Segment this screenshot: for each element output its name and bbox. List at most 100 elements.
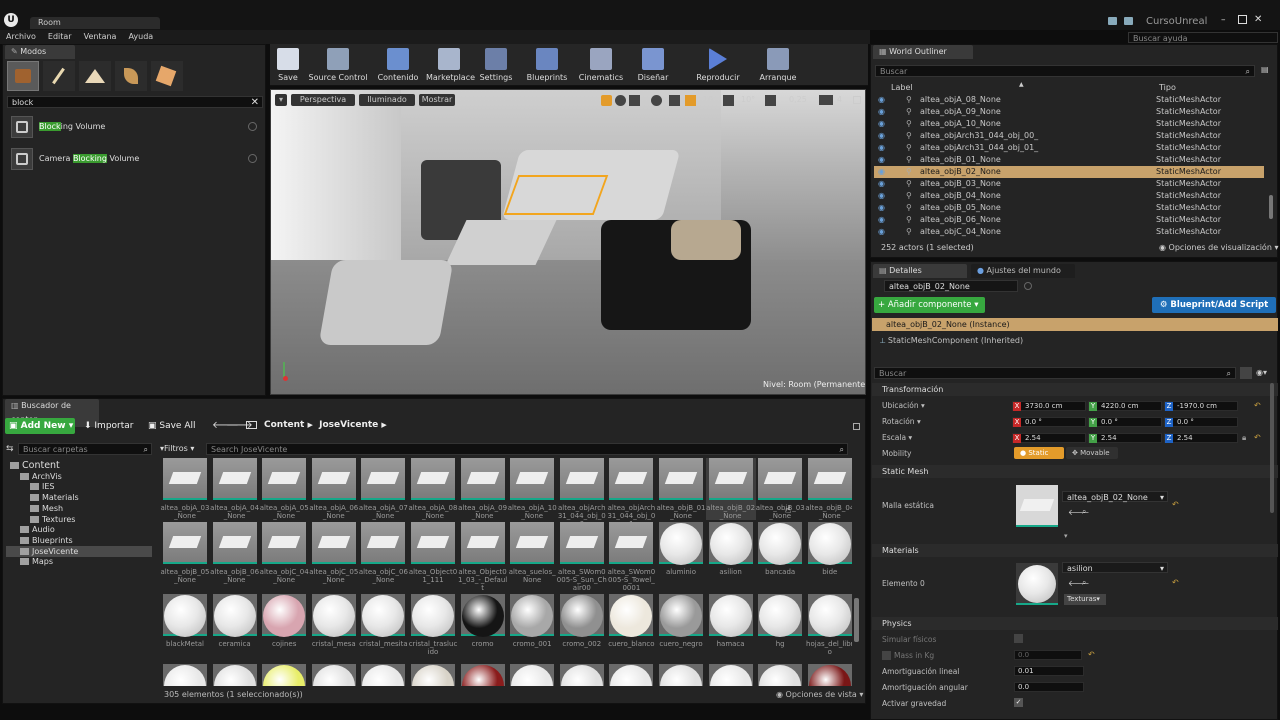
scale-snap-size[interactable]: 0,25 — [789, 95, 807, 104]
details-search-input[interactable]: Buscar ⌕ — [874, 367, 1236, 379]
asset-thumbnail[interactable] — [411, 664, 455, 686]
toolbar-button-contenido[interactable]: Contenido — [376, 46, 420, 84]
close-button[interactable]: ✕ — [1254, 14, 1266, 25]
table-row[interactable]: ◉ ⚲ altea_objB_04_None StaticMeshActor — [874, 190, 1264, 202]
asset-tile[interactable]: altea_objB_04_None — [805, 458, 852, 520]
table-row[interactable]: ◉ ⚲ altea_objC_04_None StaticMeshActor — [874, 226, 1264, 238]
asset-tile[interactable]: altea_objA_05_None — [259, 458, 309, 520]
menu-archivo[interactable]: Archivo — [0, 30, 42, 44]
angle-snap-icon[interactable] — [723, 95, 734, 106]
asset-tile[interactable]: hg — [755, 590, 805, 656]
asset-tile[interactable]: altea_objArch31_044_obj_00 — [557, 458, 607, 528]
asset-tile[interactable]: altea_objB_03_None — [755, 458, 805, 520]
toolbar-button-settings[interactable]: Settings — [476, 46, 516, 84]
eye-icon[interactable]: ◉ — [878, 166, 885, 178]
asset-tile[interactable]: altea_objA_03_None — [160, 458, 210, 520]
column-header-type[interactable]: Tipo — [1159, 83, 1176, 92]
asset-tile[interactable]: altea_SWom0005-S_Towel_0001 — [606, 518, 656, 592]
asset-thumbnail[interactable] — [807, 664, 852, 686]
asset-tile[interactable]: cromo — [458, 590, 508, 656]
outliner-scrollbar[interactable] — [1269, 195, 1273, 219]
asset-tile[interactable]: altea_objA_10_None — [507, 458, 557, 520]
mode-foliage-button[interactable] — [115, 61, 147, 91]
info-icon[interactable] — [248, 122, 257, 131]
asset-tile[interactable]: altea_objC_04_None — [259, 518, 309, 584]
toolbar-button-save[interactable]: Save — [276, 46, 300, 84]
table-row[interactable]: ◉ ⚲ altea_objA_10_None StaticMeshActor — [874, 118, 1264, 130]
details-scrollbar[interactable] — [1270, 383, 1274, 513]
asset-tile[interactable]: cristal_mesa — [309, 590, 359, 656]
table-row[interactable]: ◉ ⚲ altea_objB_05_None StaticMeshActor — [874, 202, 1264, 214]
save-all-button[interactable]: ▣ Save All — [146, 418, 204, 434]
eye-icon[interactable]: ◉ — [878, 94, 885, 106]
asset-thumbnail[interactable] — [460, 664, 505, 686]
grid-snap-icon[interactable] — [685, 95, 696, 106]
scale-y-field[interactable]: Y 2.54 — [1088, 433, 1162, 443]
material-thumbnail[interactable] — [1016, 563, 1058, 605]
mass-field[interactable]: 0.0 — [1014, 650, 1082, 660]
toolbar-button-diseñar[interactable]: Diseñar — [634, 46, 672, 84]
asset-tile[interactable]: altea_Object01_03_-_Default — [458, 518, 508, 592]
reset-scale-icon[interactable]: ↶ — [1254, 433, 1261, 442]
blueprint-button[interactable]: ⚙ Blueprint/Add Script — [1152, 297, 1276, 313]
asset-thumbnail[interactable] — [212, 664, 257, 686]
toolbar-button-marketplace[interactable]: Marketplace — [426, 46, 475, 84]
location-x-field[interactable]: X 3730.0 cm — [1012, 401, 1086, 411]
mode-place-button[interactable] — [7, 61, 39, 91]
asset-tile[interactable]: altea_objA_06_None — [309, 458, 359, 520]
show-button[interactable]: Mostrar — [419, 94, 455, 106]
asset-thumbnail[interactable] — [510, 664, 555, 686]
section-static-mesh[interactable]: Static Mesh — [872, 465, 1278, 478]
eye-icon[interactable]: ◉ — [878, 106, 885, 118]
asset-tile[interactable]: ceramica — [210, 590, 260, 656]
eye-icon[interactable]: ◉ — [878, 190, 885, 202]
breadcrumb-josevicente[interactable]: JoseVicente — [319, 420, 378, 430]
clear-search-icon[interactable]: ✕ — [251, 97, 259, 108]
minimize-button[interactable]: – — [1221, 15, 1231, 25]
asset-tile[interactable]: altea_objC_05_None — [309, 518, 359, 584]
tab-details[interactable]: ▤ Detalles — [873, 264, 967, 278]
view-options-button[interactable]: ◉ Opciones de visualización ▾ — [1159, 243, 1278, 252]
section-transform[interactable]: Transformación — [872, 383, 1278, 396]
asset-tile[interactable]: altea_objA_07_None — [358, 458, 408, 520]
simulate-physics-checkbox[interactable] — [1014, 634, 1023, 643]
scale-snap-icon[interactable] — [765, 95, 776, 106]
folder-tree-item[interactable]: Textures — [6, 514, 152, 525]
menu-ventana[interactable]: Ventana — [78, 30, 123, 44]
asset-tile[interactable]: hojas_del_libro — [805, 590, 852, 656]
asset-tile[interactable]: blackMetal — [160, 590, 210, 656]
asset-thumbnail[interactable] — [361, 664, 406, 686]
movable-toggle[interactable]: ✥ Movable — [1066, 447, 1118, 459]
toolbar-button-arranque[interactable]: Arranque — [756, 46, 800, 84]
eye-icon[interactable]: ◉ — [878, 178, 885, 190]
folder-tree-item[interactable]: JoseVicente — [6, 545, 152, 557]
tab-modes[interactable]: ✎ Modos — [5, 45, 75, 59]
location-y-field[interactable]: Y 4220.0 cm — [1088, 401, 1162, 411]
column-header-label[interactable]: Label — [891, 83, 913, 92]
mass-checkbox[interactable] — [882, 651, 891, 660]
browse-icon[interactable]: ⌕ — [1082, 507, 1086, 517]
maximize-viewport-icon[interactable] — [853, 96, 861, 104]
folder-tree-item[interactable]: IES — [6, 481, 152, 492]
rotation-z-field[interactable]: Z 0.0 ° — [1164, 417, 1238, 427]
viewport-options-button[interactable]: ▾ — [275, 94, 287, 106]
eye-icon[interactable]: ◉ — [878, 154, 885, 166]
import-button[interactable]: ⬇ Importar — [80, 418, 138, 434]
grid-size[interactable]: 10 — [703, 95, 713, 104]
asset-tile[interactable]: hamaca — [706, 590, 756, 656]
add-new-button[interactable]: ▣ Add New ▾ — [5, 418, 75, 434]
asset-thumbnail[interactable] — [609, 664, 654, 686]
info-icon[interactable] — [248, 154, 257, 163]
asset-tile[interactable]: asilion — [706, 518, 756, 584]
eye-icon[interactable]: ◉ — [878, 214, 885, 226]
asset-tile[interactable]: cristal_mesita — [358, 590, 408, 656]
help-search-input[interactable]: Buscar ayuda — [1128, 32, 1278, 43]
eye-icon[interactable]: ◉ — [878, 130, 885, 142]
reset-material-icon[interactable]: ↶ — [1172, 578, 1179, 587]
mode-geometry-button[interactable] — [151, 61, 183, 91]
browse-icon[interactable]: ⌕ — [1082, 578, 1086, 588]
scale-z-field[interactable]: Z 2.54 — [1164, 433, 1238, 443]
search-assets-input[interactable]: Search JoseVicente ⌕ — [206, 443, 848, 455]
lock-browser-icon[interactable] — [853, 423, 860, 430]
feedback-icon[interactable] — [1124, 17, 1133, 25]
